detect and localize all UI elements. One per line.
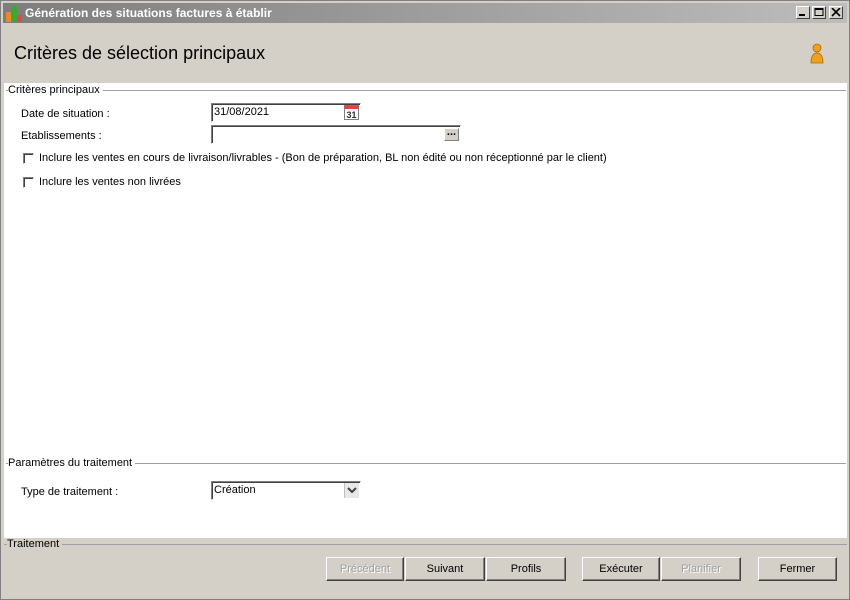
fieldset-divider <box>6 90 846 91</box>
next-button[interactable]: Suivant <box>405 557 485 581</box>
date-label: Date de situation : <box>21 108 110 120</box>
user-icon[interactable] <box>809 43 825 68</box>
type-value: Création <box>214 484 256 496</box>
execute-button[interactable]: Exécuter <box>582 557 660 581</box>
page-header: Critères de sélection principaux <box>4 25 847 82</box>
minimize-icon[interactable] <box>796 6 810 19</box>
include-in-progress-label: Inclure les ventes en cours de livraison… <box>39 152 607 164</box>
type-select[interactable]: Création <box>211 481 361 500</box>
maximize-icon[interactable] <box>812 6 826 19</box>
include-not-delivered-label: Inclure les ventes non livrées <box>39 176 181 188</box>
calendar-icon[interactable]: 31 <box>344 105 359 120</box>
calendar-day: 31 <box>346 110 356 120</box>
schedule-button[interactable]: Planifier <box>661 557 741 581</box>
browse-dots-button[interactable]: ... <box>444 127 459 141</box>
params-legend: Paramètres du traitement <box>8 457 136 469</box>
close-icon[interactable] <box>829 6 843 19</box>
fieldset-divider <box>4 544 847 545</box>
page-title: Critères de sélection principaux <box>14 43 266 63</box>
type-label: Type de traitement : <box>21 486 119 498</box>
profiles-button[interactable]: Profils <box>486 557 566 581</box>
chevron-down-icon[interactable] <box>344 483 359 498</box>
window-title: Génération des situations factures à éta… <box>25 6 272 20</box>
include-in-progress-checkbox[interactable] <box>23 153 34 164</box>
content-panel: Critères principaux Date de situation : … <box>4 83 847 538</box>
date-value: 31/08/2021 <box>214 106 270 118</box>
etablissements-field[interactable]: ... <box>211 125 461 144</box>
app-window: Génération des situations factures à éta… <box>0 0 850 600</box>
app-logo-icon <box>6 6 22 22</box>
include-not-delivered-checkbox[interactable] <box>23 177 34 188</box>
traitement-legend: Traitement <box>7 538 63 550</box>
etablissements-label: Etablissements : <box>21 130 102 142</box>
previous-button[interactable]: Précédent <box>326 557 404 581</box>
date-field[interactable]: 31/08/2021 31 <box>211 103 361 122</box>
close-button[interactable]: Fermer <box>758 557 837 581</box>
criteria-legend: Critères principaux <box>8 84 103 96</box>
title-bar: Génération des situations factures à éta… <box>3 3 847 23</box>
